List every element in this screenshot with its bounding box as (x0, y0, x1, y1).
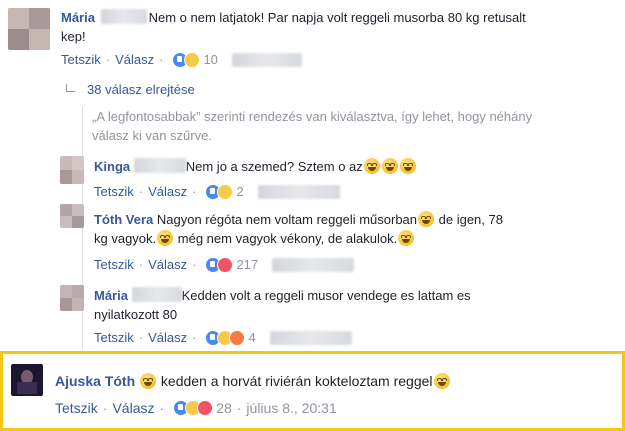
reaction-count: 28 (216, 400, 232, 416)
reaction-count: 2 (236, 184, 244, 199)
like-link[interactable]: Tetszik (94, 330, 134, 346)
avatar[interactable] (60, 156, 84, 184)
reply-actions: Tetszik · Válasz · 217 (94, 257, 355, 273)
reactions[interactable] (205, 257, 234, 273)
smile-emoji-icon (157, 230, 174, 246)
smile-emoji-icon (399, 158, 416, 174)
reply-text: Kinga Nem jo a szemed? Sztem o az (94, 157, 417, 176)
love-reaction-icon (217, 257, 234, 273)
redacted-name (131, 287, 182, 302)
avatar[interactable] (8, 8, 50, 50)
reply-author[interactable]: Tóth Vera (94, 212, 153, 227)
sort-info: „A legfontosabbak” szerinti rendezés van… (92, 109, 533, 143)
reply-author[interactable]: Mária (94, 288, 128, 303)
comment-actions: Tetszik · Válasz · 28 · július 8., 20:31 (55, 400, 337, 416)
laughing-emoji-icon (433, 373, 450, 389)
like-link[interactable]: Tetszik (61, 52, 101, 68)
redacted-block (257, 185, 340, 199)
reply-text: Tóth Vera Nagyon régóta nem voltam regge… (94, 211, 503, 246)
reply-actions: Tetszik · Válasz · 2 (94, 184, 340, 200)
redacted-block (231, 53, 302, 67)
haha-reaction-icon (184, 52, 201, 68)
reaction-count: 10 (203, 52, 218, 67)
like-link[interactable]: Tetszik (55, 400, 98, 416)
comment-author[interactable]: Ajuska Tóth (55, 373, 135, 389)
reaction-count: 217 (236, 257, 259, 272)
comment-actions: Tetszik · Válasz · 10 (61, 52, 302, 68)
reply-link[interactable]: Válasz (148, 257, 187, 273)
reply-link[interactable]: Válasz (148, 330, 187, 346)
angry-reaction-icon (229, 330, 246, 346)
reply-link[interactable]: Válasz (148, 184, 187, 200)
laughing-emoji-icon (140, 373, 157, 389)
highlight-frame (0, 351, 625, 431)
comment-text: Mária Nem o nem latjatok! Par napja volt… (61, 9, 526, 44)
redacted-name (133, 158, 186, 173)
reply-text: Mária Kedden volt a reggeli musor vendeg… (94, 287, 471, 322)
reactions[interactable] (205, 184, 234, 200)
like-link[interactable]: Tetszik (94, 257, 134, 273)
reaction-count: 4 (248, 330, 256, 345)
halo-emoji-icon (418, 211, 435, 227)
highlighted-comment-text: Ajuska Tóth kedden a horvát riviérán kok… (55, 372, 595, 391)
avatar[interactable] (60, 204, 84, 228)
reply-link[interactable]: Válasz (115, 52, 154, 68)
comment-author[interactable]: Mária (61, 10, 95, 25)
redacted-block (269, 331, 352, 345)
wink-emoji-icon (398, 230, 415, 246)
redacted-name (100, 9, 147, 24)
comment-date[interactable]: július 8., 20:31 (246, 400, 336, 416)
smile-emoji-icon (381, 158, 398, 174)
corner-arrow-icon (66, 84, 75, 92)
like-link[interactable]: Tetszik (94, 184, 134, 200)
hide-replies-link[interactable]: 38 válasz elrejtése (66, 82, 195, 98)
avatar[interactable] (11, 364, 43, 396)
smile-emoji-icon (363, 158, 380, 174)
reply-actions: Tetszik · Válasz · 4 (94, 330, 352, 346)
reply-author[interactable]: Kinga (94, 159, 130, 174)
avatar[interactable] (60, 285, 84, 311)
reactions[interactable] (172, 52, 201, 68)
redacted-block (272, 258, 355, 272)
reply-link[interactable]: Válasz (112, 400, 154, 416)
love-reaction-icon (197, 400, 214, 416)
reactions[interactable] (205, 330, 246, 346)
reactions[interactable] (173, 400, 214, 416)
wow-reaction-icon (217, 184, 234, 200)
